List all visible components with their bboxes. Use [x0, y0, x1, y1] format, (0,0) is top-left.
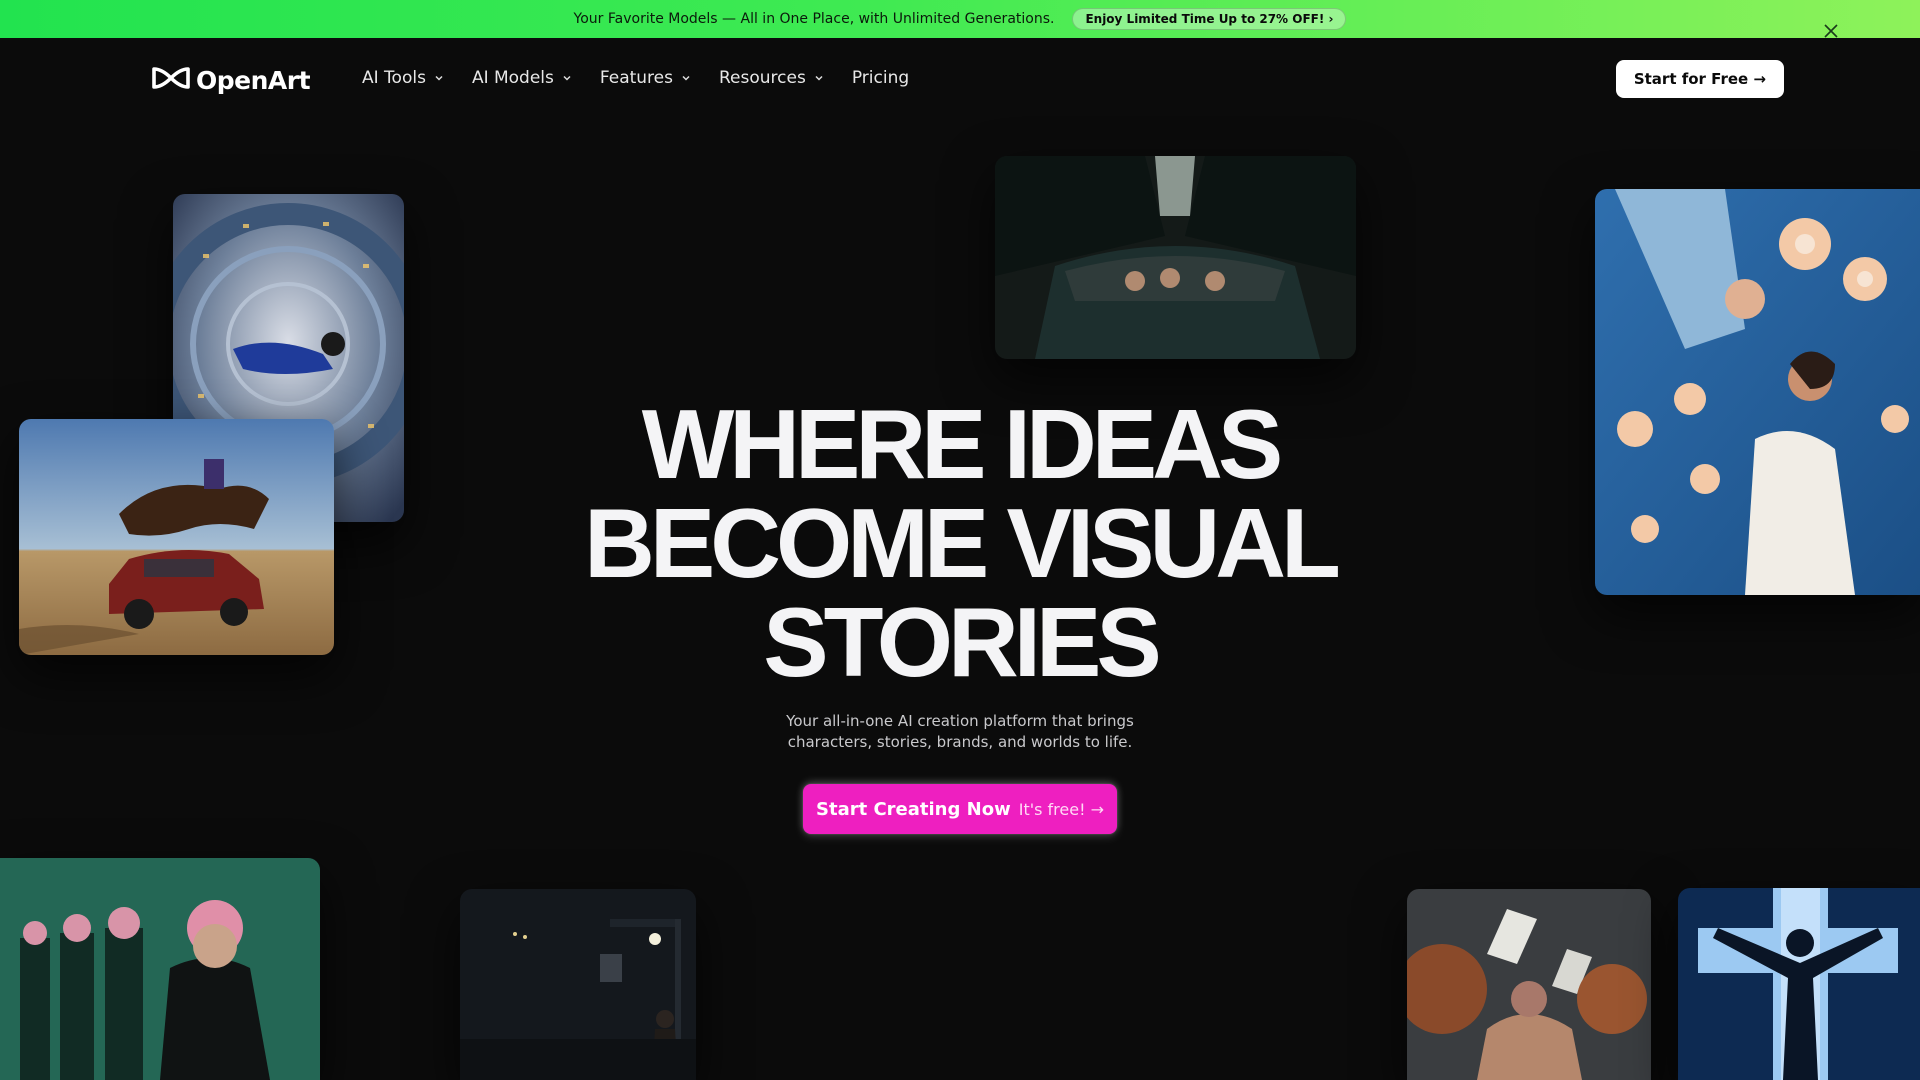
page: Your Favorite Models — All in One Place,… [0, 0, 1920, 1080]
promo-offer-button[interactable]: Enjoy Limited Time Up to 27% OFF! › [1072, 8, 1347, 30]
hero-title-line: BECOME VISUAL [584, 488, 1341, 598]
start-for-free-button[interactable]: Start for Free → [1615, 60, 1784, 98]
nav-menu: AI Tools AI Models Features Resources Pr… [362, 68, 909, 88]
nav-item-label: AI Models [471, 68, 554, 88]
hero-title: WHERE IDEAS BECOME VISUAL STORIES [560, 395, 1360, 692]
gallery-image-horse-car [19, 419, 334, 655]
gallery-image-basketball [1407, 889, 1651, 1080]
hero-subtitle-line: characters, stories, brands, and worlds … [787, 733, 1133, 751]
chevron-down-icon [563, 75, 571, 81]
gallery-image-car-forest [995, 156, 1356, 359]
start-creating-now-button[interactable]: Start Creating Now It's free! → [803, 784, 1117, 834]
nav-item-label: Features [599, 68, 673, 88]
promo-message: Your Favorite Models — All in One Place,… [573, 11, 1055, 27]
hero-title-line: WHERE IDEAS [641, 389, 1284, 499]
cta-label: Start Creating Now [816, 798, 1011, 820]
hero-subtitle: Your all-in-one AI creation platform tha… [760, 711, 1160, 753]
openart-logo-icon [150, 65, 192, 95]
gallery-image-pink-hair [0, 858, 320, 1080]
hero-subtitle-line: Your all-in-one AI creation platform tha… [786, 712, 1134, 730]
nav-item-ai-tools[interactable]: AI Tools [362, 68, 444, 88]
hero-title-line: STORIES [763, 587, 1161, 697]
nav-item-features[interactable]: Features [600, 68, 691, 88]
nav-item-label: Pricing [851, 68, 910, 88]
gallery-image-bride-flowers [1595, 189, 1920, 595]
logo[interactable]: OpenArt [150, 65, 311, 95]
logo-text: OpenArt [196, 65, 311, 95]
top-nav: OpenArt AI Tools AI Models Features Reso… [0, 38, 1920, 120]
cta-sublabel: It's free! → [1018, 799, 1104, 819]
chevron-down-icon [435, 75, 443, 81]
nav-item-ai-models[interactable]: AI Models [472, 68, 572, 88]
promo-banner: Your Favorite Models — All in One Place,… [0, 0, 1920, 38]
chevron-down-icon [815, 75, 823, 81]
nav-item-resources[interactable]: Resources [719, 68, 824, 88]
gallery-image-cross-silhouette [1678, 888, 1920, 1080]
chevron-down-icon [682, 75, 690, 81]
nav-item-pricing[interactable]: Pricing [852, 68, 909, 88]
gallery-image-bus-stop-night [460, 889, 696, 1080]
nav-item-label: AI Tools [362, 68, 426, 88]
nav-item-label: Resources [719, 68, 806, 88]
